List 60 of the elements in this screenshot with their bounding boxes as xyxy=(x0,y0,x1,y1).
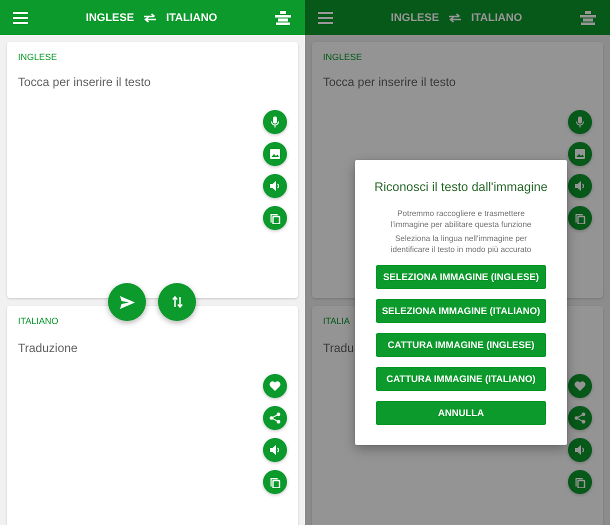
image-button[interactable] xyxy=(568,142,592,166)
heart-icon xyxy=(269,380,281,392)
podium-icon[interactable] xyxy=(274,10,291,24)
target-language[interactable]: ITALIANO xyxy=(471,12,522,24)
language-label: ITALIANO xyxy=(18,316,58,326)
dialog-button[interactable]: SELEZIONA IMMAGINE (INGLESE) xyxy=(376,265,546,289)
copy-button[interactable] xyxy=(263,206,287,230)
language-label: INGLESE xyxy=(18,52,58,62)
copy-icon xyxy=(574,476,586,488)
dialog-button[interactable]: CATTURA IMMAGINE (ITALIANO) xyxy=(376,367,546,391)
menu-icon[interactable] xyxy=(13,12,28,24)
target-language[interactable]: ITALIANO xyxy=(166,12,218,24)
heart-icon xyxy=(574,380,586,392)
copy-button[interactable] xyxy=(568,206,592,230)
copy-button[interactable] xyxy=(263,470,287,494)
speaker-icon xyxy=(574,180,586,192)
copy-button[interactable] xyxy=(568,470,592,494)
heart-button[interactable] xyxy=(568,374,592,398)
share-button[interactable] xyxy=(568,406,592,430)
heart-button[interactable] xyxy=(263,374,287,398)
share-button[interactable] xyxy=(263,406,287,430)
text-input-field[interactable]: Tocca per inserire il testo xyxy=(323,75,491,92)
podium-icon[interactable] xyxy=(580,10,596,24)
translation-field[interactable]: Traduzione xyxy=(18,339,89,356)
speaker-button[interactable] xyxy=(263,174,287,198)
microphone-button[interactable] xyxy=(263,110,287,134)
speaker-button[interactable] xyxy=(263,438,287,462)
swap-icon[interactable] xyxy=(448,12,462,22)
dialog-text: Potremmo raccogliere e trasmettere l'immagine per abilitare questa funzione xyxy=(390,208,532,230)
copy-icon xyxy=(574,212,586,224)
share-icon xyxy=(574,412,586,424)
translation-field[interactable]: Tradu xyxy=(323,339,360,356)
image-button[interactable] xyxy=(263,142,287,166)
speaker-icon xyxy=(269,180,281,192)
swap-icon[interactable] xyxy=(143,12,158,22)
menu-icon[interactable] xyxy=(318,12,333,24)
microphone-icon xyxy=(269,116,281,128)
share-icon xyxy=(269,412,281,424)
speaker-icon xyxy=(269,444,281,456)
language-label: ITALIA xyxy=(323,316,350,326)
dialog-button[interactable]: SELEZIONA IMMAGINE (ITALIANO) xyxy=(376,299,546,323)
dialog-button[interactable]: CATTURA IMMAGINE (INGLESE) xyxy=(376,333,546,357)
source-language[interactable]: INGLESE xyxy=(390,12,440,24)
send-icon xyxy=(120,296,134,308)
language-label: INGLESE xyxy=(323,52,362,62)
speaker-button[interactable] xyxy=(568,174,592,198)
text-input-field[interactable]: Tocca per inserire il testo xyxy=(18,75,186,92)
image-icon xyxy=(269,148,281,160)
copy-icon xyxy=(269,212,281,224)
image-icon xyxy=(574,148,586,160)
dialog-button[interactable]: ANNULLA xyxy=(376,401,546,425)
dialog-text: Seleziona la lingua nell'immagine per identificare il testo in modo più accurato xyxy=(390,233,532,255)
speaker-icon xyxy=(574,444,586,456)
speaker-button[interactable] xyxy=(568,438,592,462)
microphone-icon xyxy=(574,116,586,128)
microphone-button[interactable] xyxy=(568,110,592,134)
source-language[interactable]: INGLESE xyxy=(86,12,134,24)
swap-arrows-icon xyxy=(172,296,182,308)
copy-icon xyxy=(269,476,281,488)
dialog-title: Riconosci il testo dall'immagine xyxy=(374,180,548,194)
